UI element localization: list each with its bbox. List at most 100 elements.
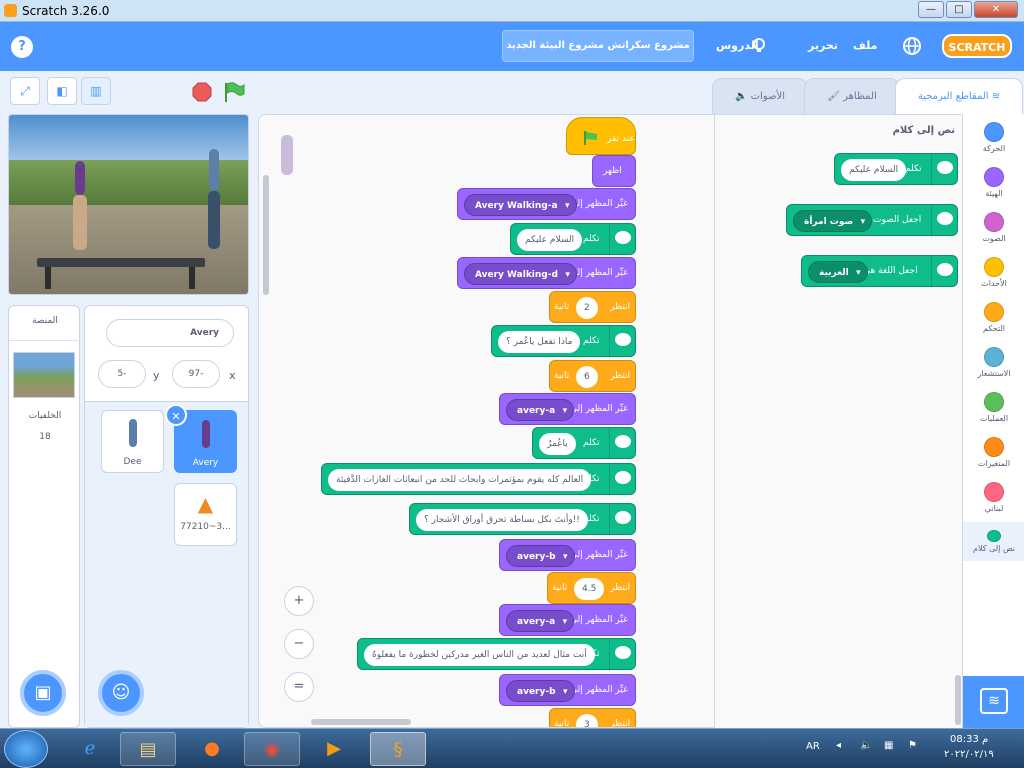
speak-text-input[interactable]: وأنتَ بكل بساطة تحرق أوراق الأشجار ؟!! (416, 509, 588, 531)
category-events[interactable]: الأحداث (963, 257, 1024, 288)
wait-seconds-input[interactable]: 6 (576, 366, 598, 388)
tutorials-menu[interactable]: الدروس (716, 39, 759, 52)
avery-sprite[interactable] (75, 161, 85, 195)
internet-explorer-icon[interactable]: ℯ (62, 732, 118, 766)
category-text2speech[interactable]: نص إلى كلام (963, 522, 1024, 561)
edit-menu[interactable]: تحرير (808, 39, 838, 52)
stage-canvas[interactable] (8, 114, 249, 295)
language-indicator[interactable]: AR (806, 741, 820, 752)
zoom-in-icon[interactable]: + (284, 586, 314, 616)
file-menu[interactable]: ملف (853, 39, 877, 52)
choose-backdrop-icon[interactable]: ▣ (20, 670, 66, 716)
zoom-out-icon[interactable]: − (284, 629, 314, 659)
y-input[interactable]: 5- (98, 360, 146, 388)
speak-text-input[interactable]: ياعُمرُ (539, 433, 576, 455)
horizontal-scrollbar[interactable] (311, 719, 411, 725)
speak-text-input[interactable]: السلام عليكم (517, 229, 583, 251)
sprite-tile-dee[interactable]: Dee (101, 410, 164, 473)
sprite-tile-fire[interactable]: ▲ 77210~3... (174, 483, 237, 546)
speak-text-input[interactable]: السلام عليكم (841, 159, 907, 181)
category-variables[interactable]: المتغيرات (963, 437, 1024, 468)
costume-dropdown[interactable]: avery-a (506, 610, 575, 633)
small-stage-icon[interactable]: ◧ (47, 77, 77, 105)
network-icon[interactable]: ▦ (884, 740, 893, 751)
switch-costume-block[interactable]: غيِّر المظهر إلى avery-a (499, 393, 636, 425)
volume-icon[interactable]: 🔈 (860, 740, 872, 751)
help-button[interactable]: ? (11, 36, 33, 58)
chrome-icon[interactable]: ◉ (244, 732, 300, 766)
start-button[interactable] (4, 730, 48, 768)
speak-block[interactable]: تكلم وأنتَ بكل بساطة تحرق أوراق الأشجار … (409, 503, 636, 536)
category-motion[interactable]: الحركة (963, 122, 1024, 153)
minimize-button[interactable]: — (918, 1, 944, 18)
speak-text-input[interactable]: ماذا تفعل ياعُمر ؟ (498, 331, 581, 353)
category-control[interactable]: التحكم (963, 302, 1024, 333)
speak-text-input[interactable]: أنت مثال لعديد من الناس الغير مدركين لخط… (364, 644, 595, 666)
large-stage-icon[interactable]: ▥ (81, 77, 111, 105)
choose-sprite-icon[interactable]: ☺ (98, 670, 144, 716)
project-title-field[interactable]: مشروع سكراتش مشروع البيئة الجديد (502, 30, 694, 62)
wait-seconds-input[interactable]: 3 (576, 714, 598, 727)
zoom-reset-icon[interactable]: = (284, 672, 314, 702)
backdrop-thumbnail[interactable] (13, 352, 75, 398)
green-flag-icon[interactable] (223, 81, 245, 103)
fullscreen-icon[interactable]: ⤢ (10, 77, 40, 105)
wait-seconds-input[interactable]: 4.5 (574, 578, 605, 600)
switch-costume-block[interactable]: غيِّر المظهر إلى Avery Walking-a (457, 188, 636, 220)
add-extension-button[interactable]: ≋ (963, 676, 1024, 728)
scratch-taskbar-icon[interactable]: § (370, 732, 426, 766)
costume-dropdown[interactable]: avery-b (506, 545, 575, 568)
scratch-logo[interactable]: SCRATCH (942, 34, 1012, 58)
maximize-button[interactable]: □ (946, 1, 972, 18)
voice-dropdown[interactable]: صوت امرأة (793, 210, 873, 233)
wait-block[interactable]: انتظر 3 ثانية (549, 708, 636, 727)
wait-block[interactable]: انتظر 2 ثانية (549, 291, 636, 323)
category-sensing[interactable]: الاستشعار (963, 347, 1024, 378)
when-flag-clicked-block[interactable]: عند نقر (566, 117, 636, 155)
globe-icon[interactable] (902, 36, 922, 56)
palette-speak-block[interactable]: تكلم السلام عليكم (834, 153, 958, 186)
tab-code[interactable]: المقاطع البرمجية ≋ (895, 78, 1023, 118)
costume-dropdown[interactable]: Avery Walking-a (464, 194, 577, 217)
category-looks[interactable]: الهيئة (963, 167, 1024, 198)
costume-dropdown[interactable]: avery-a (506, 399, 575, 422)
stage-target-panel[interactable]: المنصة الخلفيات 18 (8, 305, 81, 728)
speak-block[interactable]: تكلم ماذا تفعل ياعُمر ؟ (491, 325, 636, 358)
file-explorer-icon[interactable]: ▤ (120, 732, 176, 766)
script-area[interactable]: عند نقر اظهر غيِّر المظهر إلى Avery Walk… (258, 114, 715, 728)
delete-icon[interactable]: ✕ (165, 404, 187, 426)
switch-costume-block[interactable]: غيِّر المظهر إلى Avery Walking-d (457, 257, 636, 289)
speak-text-input[interactable]: العالم كله يقوم بمؤتمرات وابحاث للحد من … (328, 469, 592, 491)
wait-block[interactable]: انتظر 6 ثانية (549, 360, 636, 392)
tab-costumes[interactable]: 🖌 المظاهر (804, 78, 900, 116)
palette-set-voice-block[interactable]: اجعل الصوت صوت امرأة (786, 204, 958, 237)
category-my-blocks[interactable]: لبناتي (963, 482, 1024, 513)
palette-scrollbar[interactable] (955, 675, 961, 725)
vertical-scrollbar[interactable] (263, 175, 269, 295)
stop-icon[interactable] (192, 82, 212, 102)
wait-seconds-input[interactable]: 2 (576, 297, 598, 319)
palette-set-language-block[interactable]: اجعل اللغة هي العربية (801, 255, 958, 288)
category-sound[interactable]: الصوت (963, 212, 1024, 243)
tray-expand-icon[interactable]: ◂ (836, 740, 841, 751)
show-block[interactable]: اظهر (592, 155, 636, 187)
switch-costume-block[interactable]: غيِّر المظهر إلى avery-b (499, 674, 636, 706)
wait-block[interactable]: انتظر 4.5 ثانية (547, 572, 636, 604)
dee-sprite[interactable] (209, 149, 219, 191)
media-player-icon[interactable]: ▶ (306, 732, 362, 766)
category-operators[interactable]: العمليات (963, 392, 1024, 423)
costume-dropdown[interactable]: Avery Walking-d (464, 263, 577, 286)
firefox-icon[interactable]: ● (184, 732, 240, 766)
language-dropdown[interactable]: العربية (808, 261, 868, 284)
speak-block[interactable]: تكلم العالم كله يقوم بمؤتمرات وابحاث للح… (321, 463, 636, 496)
flag-icon[interactable]: ⚑ (908, 740, 917, 751)
close-button[interactable]: ✕ (974, 1, 1018, 18)
speak-block[interactable]: تكلم ياعُمرُ (532, 427, 636, 460)
switch-costume-block[interactable]: غيِّر المظهر إلى avery-a (499, 604, 636, 636)
tab-sounds[interactable]: 🔈 الأصوات (712, 78, 808, 116)
speak-block[interactable]: تكلم السلام عليكم (510, 223, 636, 256)
switch-costume-block[interactable]: غيِّر المظهر إلى avery-b (499, 539, 636, 571)
clock-date[interactable]: ٢٠٢٢/٠٢/١٩ (944, 749, 994, 760)
speak-block[interactable]: تكلم أنت مثال لعديد من الناس الغير مدركي… (357, 638, 636, 671)
clock-time[interactable]: 08:33 م (950, 734, 988, 745)
